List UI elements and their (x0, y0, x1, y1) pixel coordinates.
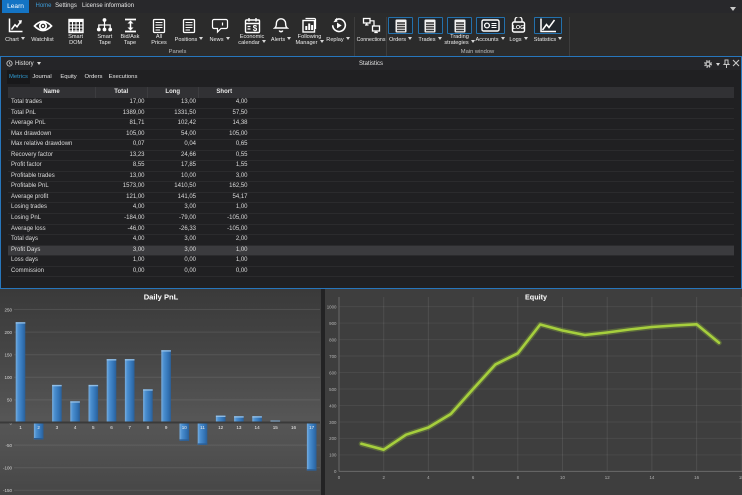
svg-text:8: 8 (147, 425, 150, 430)
svg-text:15: 15 (273, 425, 279, 430)
svg-text:10: 10 (182, 425, 188, 430)
svg-text:12: 12 (604, 475, 609, 480)
svg-text:150: 150 (4, 353, 12, 358)
svg-text:18: 18 (738, 475, 742, 480)
svg-text:16: 16 (291, 425, 297, 430)
svg-text:3: 3 (56, 425, 59, 430)
svg-text:900: 900 (329, 321, 337, 326)
svg-text:700: 700 (329, 354, 337, 359)
svg-text:5: 5 (92, 425, 95, 430)
svg-text:17: 17 (309, 425, 315, 430)
svg-text:1000: 1000 (326, 304, 336, 309)
svg-text:1: 1 (19, 425, 22, 430)
svg-text:LOG: LOG (513, 25, 525, 31)
svg-text:-50: -50 (5, 443, 12, 448)
svg-text:13: 13 (236, 425, 242, 430)
svg-text:16: 16 (694, 475, 699, 480)
svg-text:14: 14 (255, 425, 261, 430)
svg-text:2: 2 (37, 425, 40, 430)
svg-text:0: 0 (334, 469, 337, 474)
svg-text:11: 11 (200, 425, 205, 430)
svg-text:10: 10 (560, 475, 565, 480)
svg-text:2: 2 (382, 475, 385, 480)
svg-text:12: 12 (218, 425, 224, 430)
svg-text:600: 600 (329, 370, 337, 375)
svg-text:14: 14 (649, 475, 654, 480)
svg-text:$: $ (252, 24, 257, 33)
svg-text:-150: -150 (3, 488, 13, 493)
svg-text:Daily PnL: Daily PnL (144, 292, 179, 301)
svg-text:400: 400 (329, 403, 337, 408)
svg-text:6: 6 (471, 475, 474, 480)
svg-text:800: 800 (329, 337, 337, 342)
svg-text:Equity: Equity (525, 292, 547, 301)
svg-text:-100: -100 (3, 466, 13, 471)
svg-text:200: 200 (4, 330, 12, 335)
svg-text:300: 300 (329, 420, 337, 425)
svg-text:200: 200 (329, 436, 337, 441)
svg-text:500: 500 (329, 387, 337, 392)
svg-text:4: 4 (427, 475, 430, 480)
svg-text:250: 250 (4, 307, 12, 312)
svg-text:50: 50 (7, 398, 13, 403)
svg-text:9: 9 (165, 425, 168, 430)
svg-text:4: 4 (74, 425, 77, 430)
svg-text:100: 100 (4, 375, 12, 380)
svg-text:8: 8 (516, 475, 519, 480)
svg-text:7: 7 (128, 425, 131, 430)
svg-text:100: 100 (329, 453, 337, 458)
svg-text:0: 0 (337, 475, 340, 480)
svg-text:6: 6 (110, 425, 113, 430)
